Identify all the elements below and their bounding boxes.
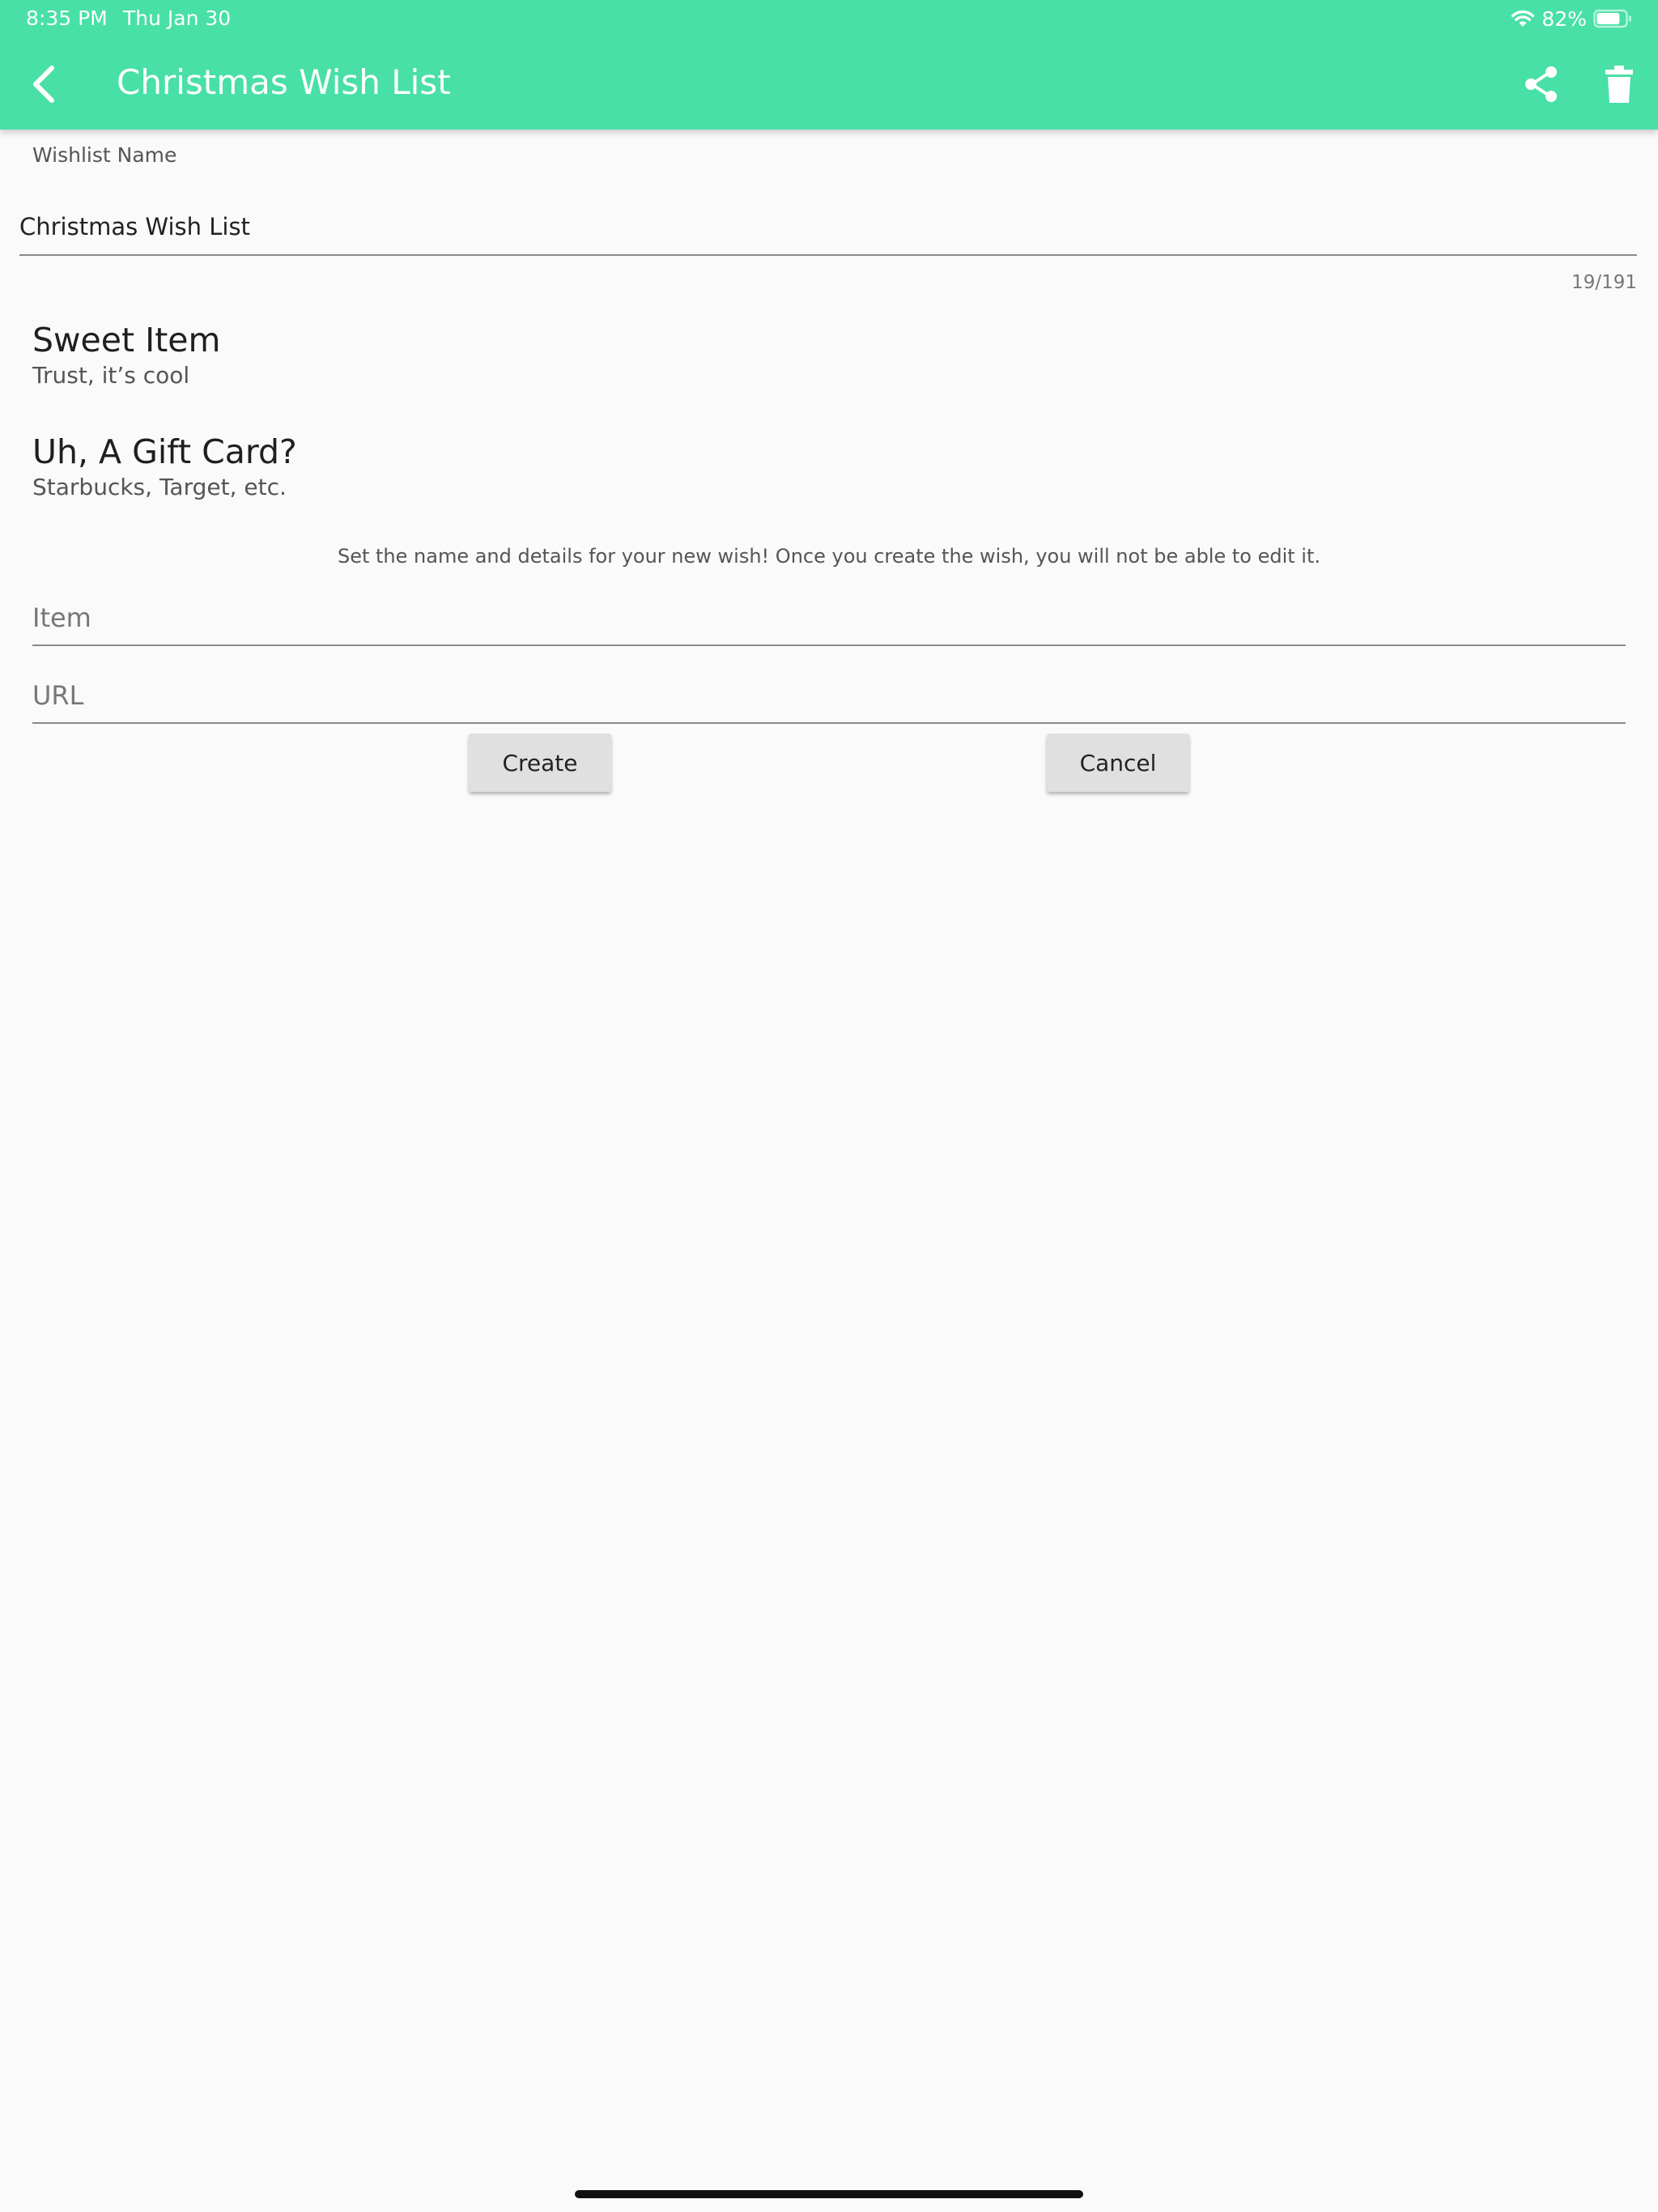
page-title: Christmas Wish List: [117, 62, 451, 102]
wish-subtitle: Trust, it’s cool: [32, 362, 190, 389]
url-input[interactable]: [32, 669, 1626, 724]
wish-title: Uh, A Gift Card?: [32, 432, 297, 471]
battery-percent: 82%: [1541, 6, 1587, 31]
status-time: 8:35 PM: [26, 6, 108, 30]
wish-subtitle: Starbucks, Target, etc.: [32, 474, 287, 500]
home-indicator[interactable]: [575, 2190, 1083, 2198]
battery-icon: [1593, 9, 1632, 28]
status-indicators: 82%: [1511, 5, 1632, 32]
back-icon[interactable]: [28, 62, 60, 107]
wishlist-name-input[interactable]: [19, 199, 1637, 256]
character-counter: 19/191: [1571, 272, 1637, 293]
cancel-button[interactable]: Cancel: [1047, 734, 1189, 792]
new-wish-instructions: Set the name and details for your new wi…: [337, 545, 1321, 568]
wifi-icon: [1511, 9, 1535, 28]
trash-icon[interactable]: [1603, 65, 1635, 104]
app-bar: 8:35 PM Thu Jan 30 82% Christmas Wish Li…: [0, 0, 1658, 130]
share-icon[interactable]: [1522, 65, 1561, 104]
wish-title: Sweet Item: [32, 321, 221, 359]
wishlist-name-label: Wishlist Name: [32, 143, 177, 167]
status-date: Thu Jan 30: [123, 6, 232, 30]
wish-item[interactable]: Uh, A Gift Card? Starbucks, Target, etc.: [32, 431, 297, 502]
wish-item[interactable]: Sweet Item Trust, it’s cool: [32, 319, 220, 390]
create-button[interactable]: Create: [469, 734, 611, 792]
item-input[interactable]: [32, 591, 1626, 646]
